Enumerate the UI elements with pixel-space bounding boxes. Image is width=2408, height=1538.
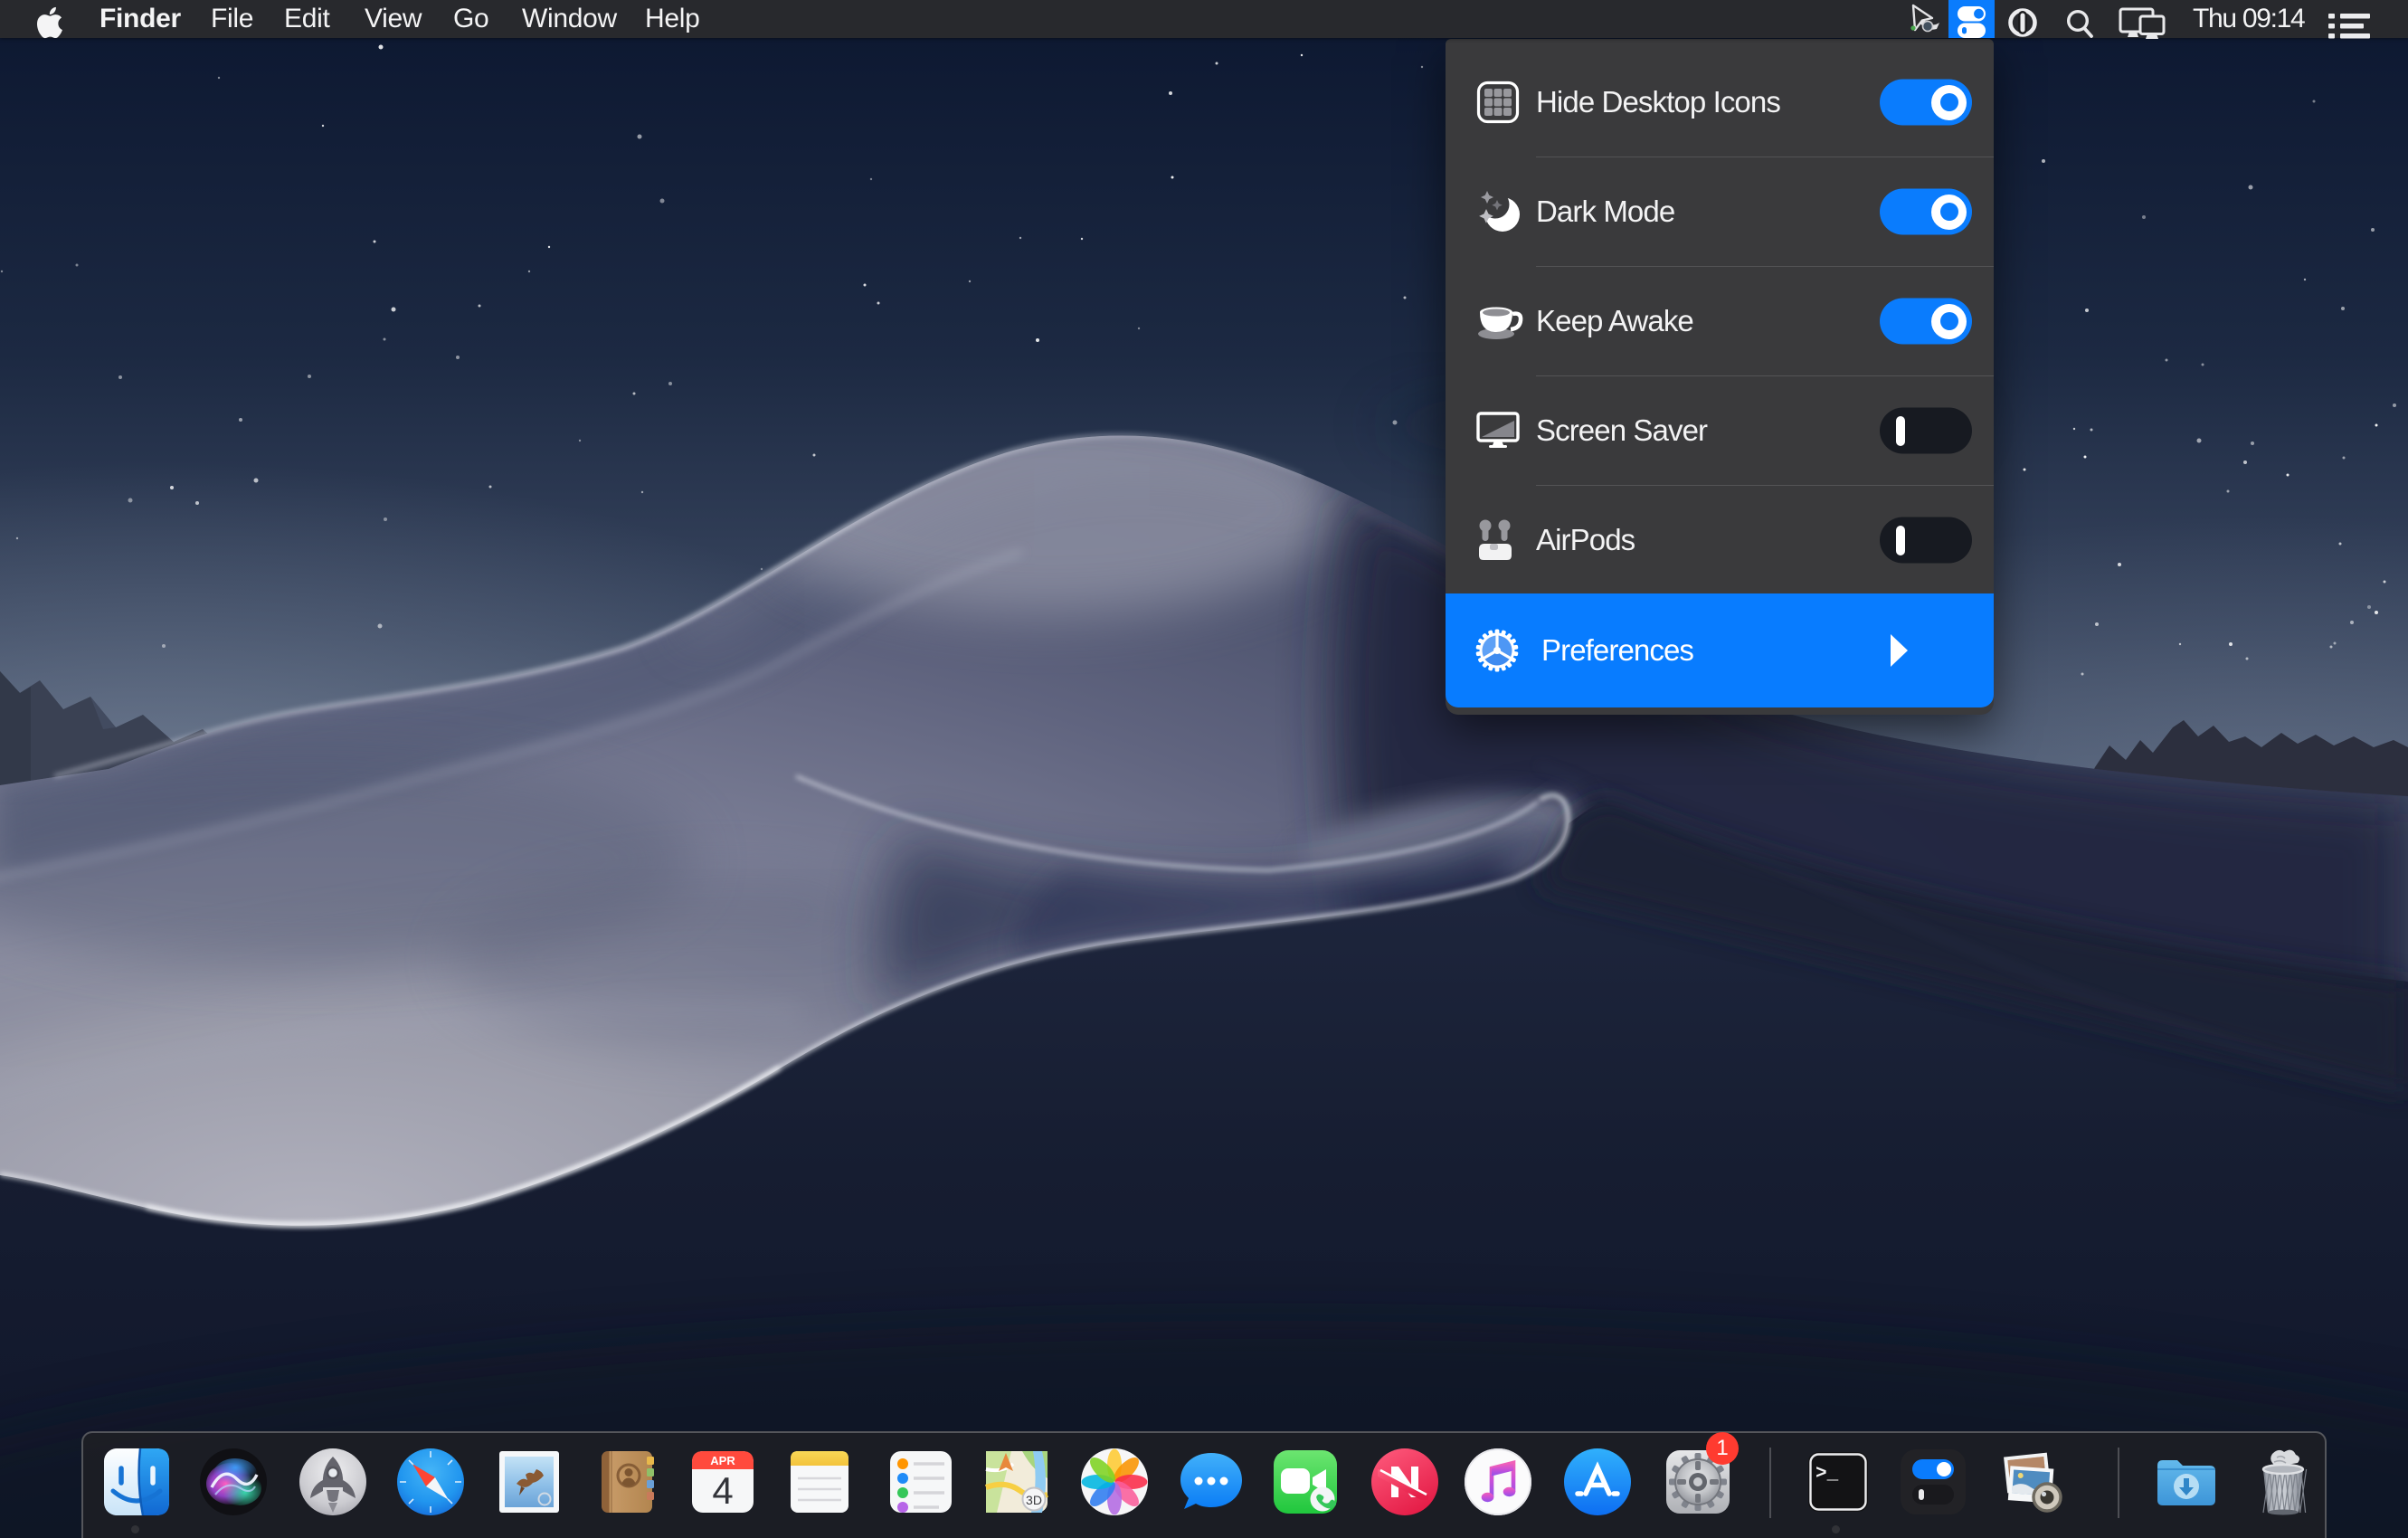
svg-text:APR: APR: [710, 1454, 735, 1467]
svg-text:4: 4: [712, 1469, 733, 1512]
svg-text:>_: >_: [1815, 1464, 1839, 1485]
svg-text:3D: 3D: [1026, 1493, 1042, 1507]
